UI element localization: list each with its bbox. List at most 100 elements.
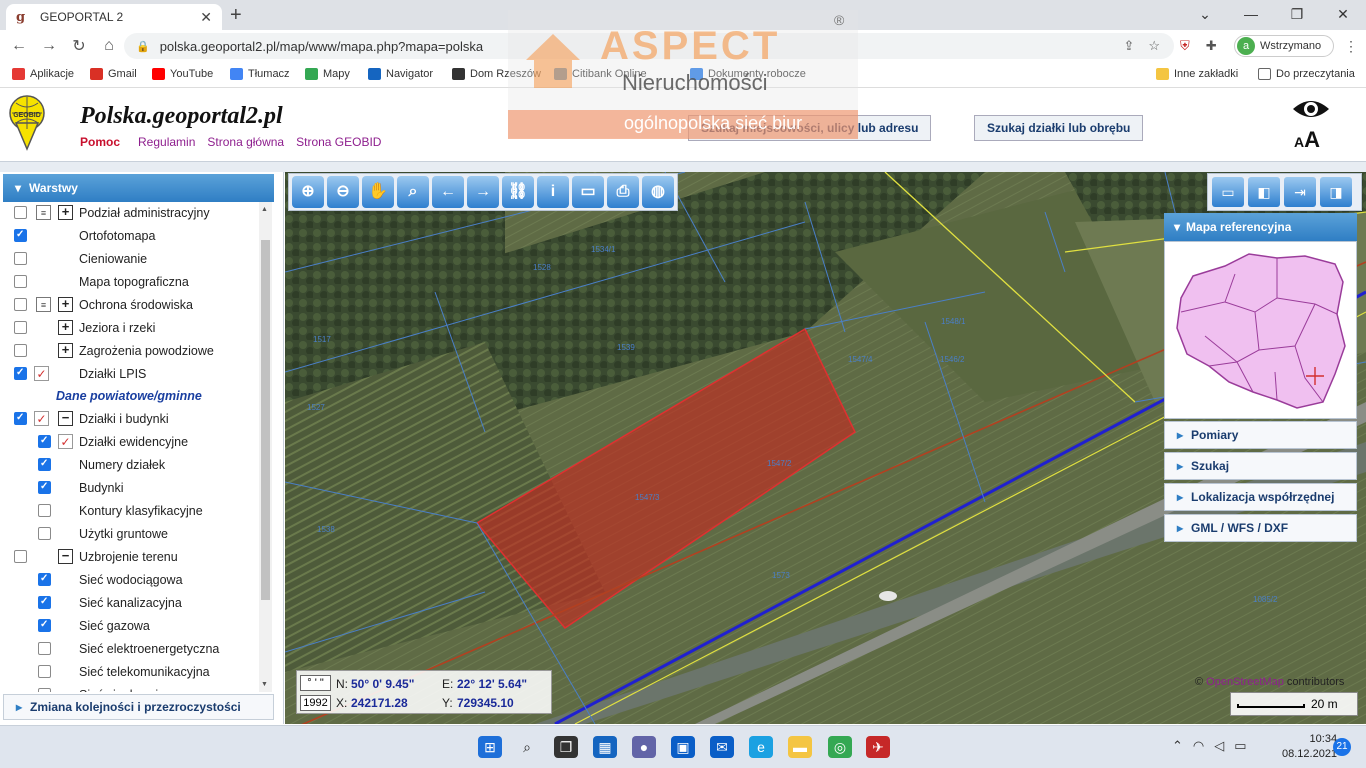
layer-checkbox[interactable]	[38, 573, 51, 586]
layer-checkbox[interactable]	[38, 458, 51, 471]
search-icon[interactable]: ⌕	[515, 736, 539, 758]
legend-icon[interactable]: ✓	[34, 366, 49, 381]
coordinate-location-item[interactable]: Lokalizacja współrzędnej	[1164, 483, 1357, 511]
browser-tab[interactable]: g GEOPORTAL 2 ✕	[6, 4, 222, 30]
layer-checkbox[interactable]	[14, 321, 27, 334]
zoom-in-icon[interactable]: ⊕	[292, 176, 324, 208]
layer-checkbox[interactable]	[14, 412, 27, 425]
geobid-logo[interactable]: GEOBID	[8, 93, 46, 151]
menu-kebab-icon[interactable]: ⋮	[1344, 38, 1358, 55]
layout-full-icon[interactable]: ▭	[1212, 177, 1244, 207]
scroll-down-icon[interactable]: ▼	[261, 681, 268, 688]
font-size-toggle[interactable]: AA	[1294, 127, 1320, 153]
layer-checkbox[interactable]	[38, 481, 51, 494]
reference-map[interactable]	[1164, 241, 1357, 419]
print-icon[interactable]: ⎙	[607, 176, 639, 208]
minimize-button[interactable]: —	[1228, 0, 1274, 30]
link-icon[interactable]: ⛓	[502, 176, 534, 208]
pan-icon[interactable]: ✋	[362, 176, 394, 208]
search-panel-item[interactable]: Szukaj	[1164, 452, 1357, 480]
layer-checkbox[interactable]	[14, 252, 27, 265]
layer-checkbox[interactable]	[14, 298, 27, 311]
bookmark-3[interactable]: Tłumacz	[230, 68, 290, 80]
layer-item[interactable]: Budynki	[0, 477, 258, 499]
layer-checkbox[interactable]	[38, 435, 51, 448]
layer-checkbox[interactable]	[14, 275, 27, 288]
widgets-icon[interactable]: ▦	[593, 736, 617, 758]
back-icon[interactable]: ←	[432, 176, 464, 208]
forward-icon[interactable]: →	[467, 176, 499, 208]
battery-icon[interactable]: ▭	[1234, 738, 1246, 754]
mail-icon[interactable]: ✉	[710, 736, 734, 758]
search-parcel-button[interactable]: Szukaj działki lub obrębu	[974, 115, 1144, 141]
teams-chat-icon[interactable]: ●	[632, 736, 656, 758]
layer-checkbox[interactable]	[14, 229, 27, 242]
layer-item[interactable]: ✓ Działki ewidencyjne	[0, 431, 258, 453]
layer-item[interactable]: Sieć elektroenergetyczna	[0, 638, 258, 660]
info-icon[interactable]: i	[537, 176, 569, 208]
help-link[interactable]: Pomoc	[80, 135, 120, 149]
layer-item[interactable]: Sieć wodociągowa	[0, 569, 258, 591]
scroll-thumb[interactable]	[261, 240, 270, 600]
reload-button[interactable]: ↻	[64, 36, 94, 56]
layer-item[interactable]: ✓ Działki LPIS	[0, 363, 258, 385]
layer-checkbox[interactable]	[38, 527, 51, 540]
app-icon[interactable]: ✈	[866, 736, 890, 758]
home-link[interactable]: Strona główna	[207, 135, 284, 149]
layers-scrollbar[interactable]: ▲ ▼	[259, 202, 272, 692]
bookmark-1[interactable]: Gmail	[90, 68, 137, 80]
zoom-box-icon[interactable]: ⌕	[397, 176, 429, 208]
layer-item[interactable]: Sieć telekomunikacyjna	[0, 661, 258, 683]
new-tab-button[interactable]: +	[230, 4, 242, 27]
expand-plus-icon[interactable]: +	[58, 297, 73, 312]
layer-item[interactable]: ✓−Działki i budynki	[0, 408, 258, 430]
layer-item[interactable]: Cieniowanie	[0, 248, 258, 270]
legend-icon[interactable]: ✓	[34, 411, 49, 426]
gml-wfs-dxf-item[interactable]: GML / WFS / DXF	[1164, 514, 1357, 542]
forward-button[interactable]: →	[34, 37, 64, 55]
legend-icon[interactable]: ✓	[58, 434, 73, 449]
layer-checkbox[interactable]	[38, 665, 51, 678]
collapse-minus-icon[interactable]: −	[58, 411, 73, 426]
expand-plus-icon[interactable]: +	[58, 205, 73, 220]
shield-extension-icon[interactable]: ⛨	[1180, 38, 1190, 54]
bookmark-star-icon[interactable]: ☆	[1148, 38, 1160, 54]
layers-panel-header[interactable]: Warstwy	[3, 174, 274, 202]
layer-item[interactable]: + Zagrożenia powodziowe	[0, 340, 258, 362]
puzzle-extensions-icon[interactable]: ✚	[1206, 38, 1217, 54]
eye-accessibility-icon[interactable]	[1291, 97, 1331, 121]
rules-link[interactable]: Regulamin	[138, 135, 195, 149]
document-icon[interactable]: ≡	[36, 297, 51, 312]
layer-checkbox[interactable]	[38, 596, 51, 609]
reading-list[interactable]: Do przeczytania	[1258, 68, 1355, 80]
other-bookmarks-folder[interactable]: Inne zakładki	[1156, 68, 1238, 80]
layer-item[interactable]: Sieć gazowa	[0, 615, 258, 637]
osm-link[interactable]: OpenStreetMap	[1206, 676, 1284, 688]
layer-item[interactable]: Kontury klasyfikacyjne	[0, 500, 258, 522]
notification-badge[interactable]: 21	[1333, 738, 1351, 756]
layer-checkbox[interactable]	[38, 619, 51, 632]
geobid-link[interactable]: Strona GEOBID	[296, 135, 381, 149]
bookmark-4[interactable]: Mapy	[305, 68, 350, 80]
start-windows-icon[interactable]: ⊞	[478, 736, 502, 758]
document-icon[interactable]: ≡	[36, 205, 51, 220]
layer-order-transparency[interactable]: Zmiana kolejności i przezroczystości	[3, 694, 274, 720]
close-window-button[interactable]: ✕	[1320, 0, 1366, 30]
unit-deg-toggle[interactable]: ° ' "	[300, 675, 331, 691]
layer-item[interactable]: Sieć ciepłownicza	[0, 684, 258, 692]
layer-item[interactable]: ≡ + Podział administracyjny	[0, 202, 258, 224]
layer-checkbox[interactable]	[14, 344, 27, 357]
store-icon[interactable]: ▣	[671, 736, 695, 758]
layer-item[interactable]: − Uzbrojenie terenu	[0, 546, 258, 568]
clock[interactable]: 10:34 08.12.2021	[1282, 732, 1337, 762]
layer-checkbox[interactable]	[38, 642, 51, 655]
collapse-minus-icon[interactable]: −	[58, 549, 73, 564]
share-icon[interactable]: ⇪	[1123, 38, 1134, 54]
layer-item[interactable]: Ortofotomapa	[0, 225, 258, 247]
layer-item[interactable]: Sieć kanalizacyjna	[0, 592, 258, 614]
task-view-icon[interactable]: ❐	[554, 736, 578, 758]
tab-search-icon[interactable]: ⌄	[1182, 0, 1228, 30]
layer-item[interactable]: Mapa topograficzna	[0, 271, 258, 293]
layer-checkbox[interactable]	[38, 688, 51, 692]
file-explorer-icon[interactable]: ▬	[788, 736, 812, 758]
